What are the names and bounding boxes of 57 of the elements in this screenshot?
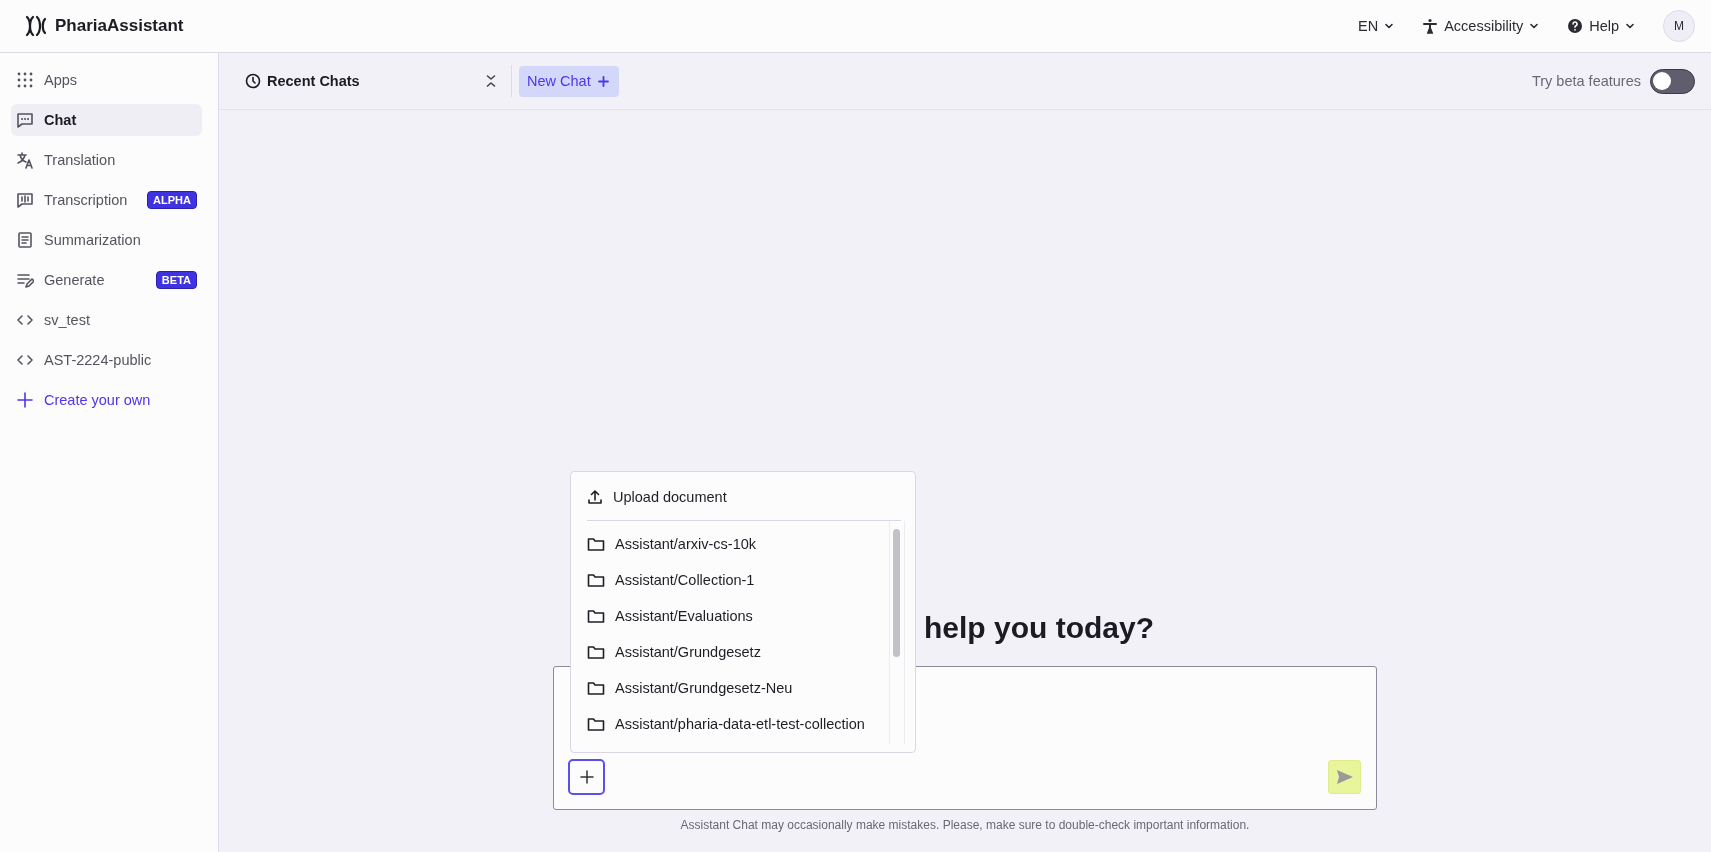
help-icon (1567, 18, 1584, 34)
alpha-badge: ALPHA (147, 191, 197, 209)
user-avatar[interactable]: M (1663, 10, 1695, 42)
chat-icon (16, 111, 34, 129)
folder-icon (587, 608, 605, 624)
collection-item[interactable]: Assistant/Collection-1 (587, 562, 885, 598)
sidebar-item[interactable]: Translation (11, 144, 202, 176)
logo-icon (24, 15, 46, 37)
sidebar-item[interactable]: Summarization (11, 224, 202, 256)
create-link[interactable]: Create your own (11, 384, 202, 416)
folder-icon (587, 716, 605, 732)
expand-collapse-button[interactable] (485, 74, 497, 88)
new-chat-button[interactable]: New Chat (519, 65, 619, 97)
clock-icon (245, 73, 261, 89)
beta-toggle[interactable] (1650, 68, 1695, 94)
sidebar-item[interactable]: Transcription ALPHA (11, 184, 202, 216)
beta-badge: BETA (155, 271, 197, 289)
beta-features-label: Try beta features (1531, 73, 1641, 89)
plus-icon (579, 770, 594, 784)
chevron-down-icon (1529, 21, 1540, 31)
help-menu[interactable]: Help (1567, 14, 1635, 38)
folder-icon (587, 572, 605, 588)
upload-document-item[interactable]: Upload document (587, 474, 901, 521)
folder-icon (587, 680, 605, 696)
collection-item[interactable]: Assistant/Grundgesetz-Neu (587, 670, 885, 706)
chevron-down-icon (1384, 21, 1395, 31)
grid-icon (16, 71, 34, 89)
disclaimer-text: Assistant Chat may occasionally make mistakes. Please, make sure to double-check important information. (679, 818, 1251, 832)
sidebar-item[interactable]: AST-2224-public (11, 344, 202, 376)
chevron-down-icon (1625, 21, 1635, 31)
voice-message-icon (16, 191, 34, 209)
accessibility-menu[interactable]: Accessibility (1422, 14, 1540, 38)
accessibility-icon (1422, 18, 1439, 34)
scrollbar[interactable] (889, 521, 905, 744)
document-icon (16, 231, 34, 249)
plus-icon (597, 75, 609, 87)
edit-lines-icon (16, 271, 34, 289)
collection-item[interactable]: Assistant/pharia-data-etl-test-collection (587, 706, 885, 742)
greeting-heading: help you today? (924, 611, 1155, 645)
collection-item[interactable]: Assistant/arxiv-cs-10k (587, 526, 885, 562)
collapse-chevrons-icon (485, 74, 497, 88)
recent-chats-button[interactable]: Recent Chats (245, 73, 485, 89)
sidebar-item[interactable]: Apps (11, 64, 202, 96)
language-menu[interactable]: EN (1358, 14, 1395, 38)
send-icon (1335, 769, 1354, 785)
app-name: PhariaAssistant (55, 16, 184, 36)
add-button[interactable] (568, 759, 605, 795)
collection-item[interactable]: Assistant/Grundgesetz (587, 634, 885, 670)
sidebar-item[interactable]: Chat (11, 104, 202, 136)
translate-icon (16, 151, 34, 169)
collection-item[interactable]: Assistant/Evaluations (587, 598, 885, 634)
sidebar-item[interactable]: Generate BETA (11, 264, 202, 296)
folder-icon (587, 644, 605, 660)
folder-icon (587, 536, 605, 552)
sidebar-item[interactable]: sv_test (11, 304, 202, 336)
plus-icon (16, 391, 34, 409)
upload-icon (587, 489, 603, 505)
